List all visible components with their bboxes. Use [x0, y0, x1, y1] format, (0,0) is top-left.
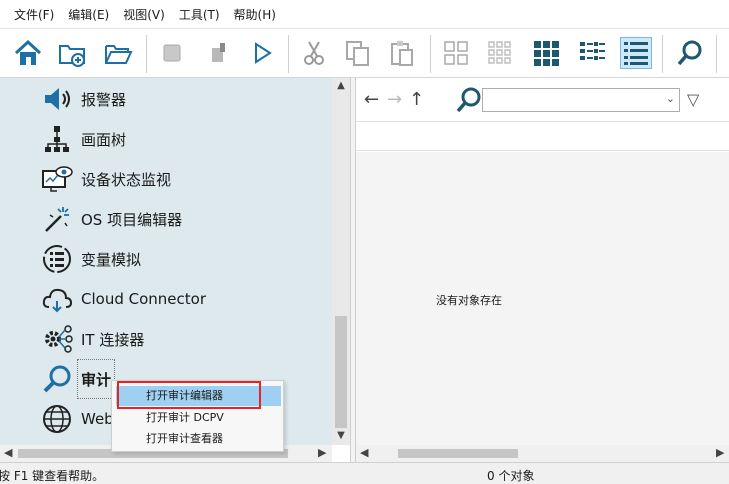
toolbar-separator [662, 35, 663, 73]
gear-network-icon [40, 322, 74, 356]
filter-icon[interactable]: ▽ [687, 90, 699, 109]
object-list[interactable]: 没有对象存在 [356, 152, 729, 445]
magic-wand-icon [40, 202, 74, 236]
cloud-icon [40, 282, 74, 316]
menu-view[interactable]: 视图(V) [123, 6, 165, 23]
forward-arrow-icon[interactable]: → [387, 89, 402, 110]
chevron-down-icon[interactable]: ⌄ [666, 92, 675, 105]
cut-icon[interactable] [298, 37, 330, 69]
toolbar-separator [146, 35, 147, 73]
scroll-right-arrow[interactable]: ▶ [318, 446, 326, 459]
toolbar-separator [288, 35, 289, 73]
scroll-up-arrow[interactable]: ▲ [332, 80, 350, 91]
scroll-thumb[interactable] [398, 449, 518, 458]
home-icon[interactable] [12, 37, 44, 69]
toolbar [0, 28, 729, 78]
stop-icon[interactable] [156, 37, 188, 69]
back-arrow-icon[interactable]: ← [364, 89, 379, 110]
search-icon[interactable] [674, 37, 706, 69]
highlight-box [117, 381, 261, 409]
up-arrow-icon[interactable]: ↑ [409, 89, 424, 110]
nav-item-cloud-connector[interactable]: Cloud Connector [40, 282, 206, 316]
play-icon[interactable] [246, 37, 278, 69]
menu-item-open-audit-dcpv[interactable]: 打开审计 DCPV [116, 408, 281, 428]
toolbar-separator [430, 35, 431, 73]
list-header [356, 123, 729, 151]
tool-icon[interactable] [202, 37, 234, 69]
nav-item-web[interactable]: Web [40, 402, 114, 436]
nav-item-os-project-editor[interactable]: OS 项目编辑器 [40, 202, 182, 236]
focus-rectangle [77, 359, 115, 399]
nav-item-label: 设备状态监视 [81, 170, 172, 189]
large-icons-icon[interactable] [440, 37, 472, 69]
small-icons-icon[interactable] [484, 37, 516, 69]
details-icon[interactable] [620, 37, 652, 69]
search-combobox[interactable]: ⌄ [482, 88, 680, 112]
nav-item-label: IT 连接器 [81, 330, 145, 349]
open-folder-icon[interactable] [102, 37, 134, 69]
status-bar: 按 F1 键查看帮助。 0 个对象 [0, 462, 729, 484]
monitor-eye-icon [40, 162, 74, 196]
nav-item-screen-tree[interactable]: 画面树 [40, 122, 126, 156]
nav-item-label: OS 项目编辑器 [81, 210, 183, 229]
scroll-left-arrow[interactable]: ◀ [4, 446, 12, 459]
empty-message: 没有对象存在 [436, 294, 502, 307]
variable-sim-icon [40, 242, 74, 276]
nav-item-variable-simulation[interactable]: 变量模拟 [40, 242, 141, 276]
new-folder-icon[interactable] [56, 37, 88, 69]
nav-item-label: 画面树 [81, 130, 127, 149]
menu-edit[interactable]: 编辑(E) [68, 6, 109, 23]
menu-tools[interactable]: 工具(T) [179, 6, 220, 23]
status-help-text: 按 F1 键查看帮助。 [0, 469, 105, 483]
nav-item-label: Cloud Connector [81, 290, 206, 308]
menu-bar: 文件(F) 编辑(E) 视图(V) 工具(T) 帮助(H) [0, 0, 729, 28]
navigation-row: ← → ↑ ⌄ ▽ [356, 78, 729, 122]
magnifier-icon [40, 362, 74, 396]
nav-vertical-scrollbar[interactable]: ▲ ▼ [332, 78, 350, 445]
nav-item-alarm[interactable]: 报警器 [40, 82, 126, 116]
menu-item-open-audit-viewer[interactable]: 打开审计查看器 [116, 429, 281, 449]
menu-file[interactable]: 文件(F) [14, 6, 54, 23]
nav-item-it-connector[interactable]: IT 连接器 [40, 322, 144, 356]
scroll-left-arrow[interactable]: ◀ [360, 446, 368, 459]
tree-icon [40, 122, 74, 156]
menu-help[interactable]: 帮助(H) [234, 6, 276, 23]
nav-item-label: 报警器 [81, 90, 127, 109]
tiles-icon[interactable] [530, 37, 562, 69]
content-horizontal-scrollbar[interactable]: ◀ ▶ [356, 445, 729, 462]
list-icon[interactable] [576, 37, 608, 69]
status-object-count: 0 个对象 [487, 469, 535, 483]
globe-icon [40, 402, 74, 436]
copy-icon[interactable] [342, 37, 374, 69]
search-icon[interactable] [454, 85, 484, 119]
nav-item-label: 变量模拟 [81, 250, 142, 269]
content-pane: ← → ↑ ⌄ ▽ 没有对象存在 [356, 78, 729, 445]
scroll-down-arrow[interactable]: ▼ [332, 430, 350, 441]
scroll-right-arrow[interactable]: ▶ [716, 446, 724, 459]
nav-item-label: Web [81, 410, 114, 428]
paste-icon[interactable] [386, 37, 418, 69]
nav-item-device-monitor[interactable]: 设备状态监视 [40, 162, 171, 196]
scroll-thumb[interactable] [335, 316, 347, 428]
speaker-icon [40, 82, 74, 116]
toolbar-separator [716, 35, 717, 73]
